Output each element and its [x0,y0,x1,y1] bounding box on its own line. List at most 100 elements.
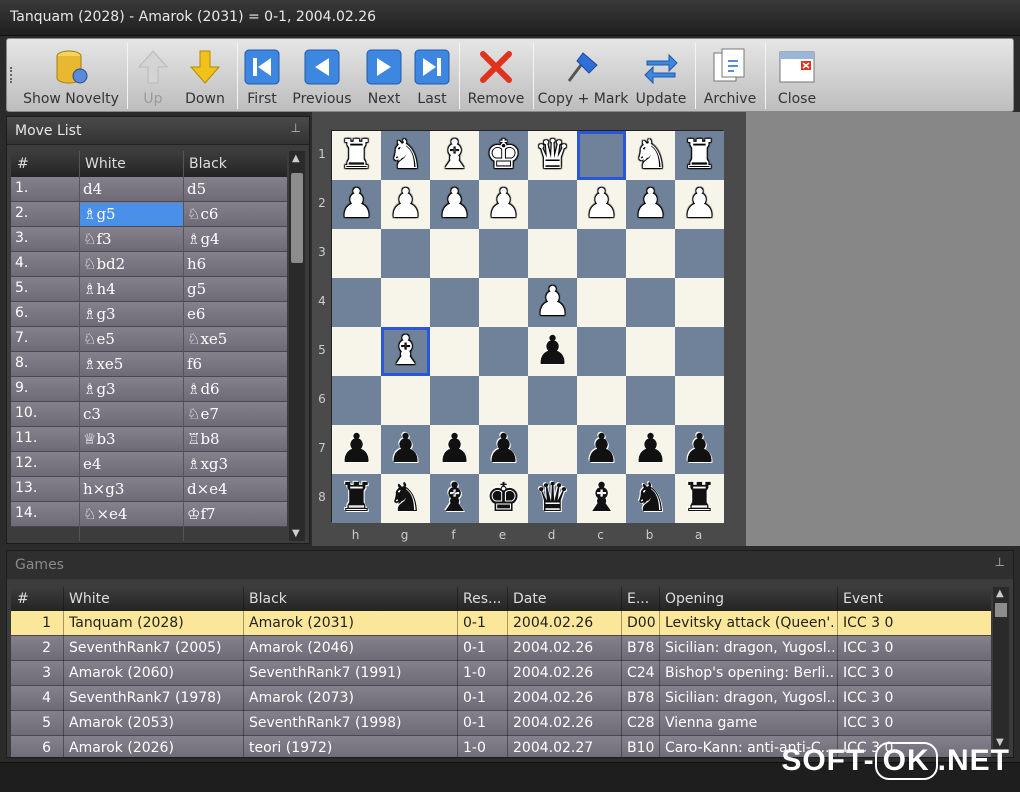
board-square[interactable]: ♜ [675,131,724,180]
white-pawn-icon[interactable]: ♟ [332,180,381,229]
white-move[interactable]: c3 [79,403,183,426]
scroll-up-icon[interactable]: ▲ [996,588,1004,599]
board-square[interactable] [675,229,724,278]
scroll-up-icon[interactable]: ▲ [292,153,300,164]
move-row[interactable]: 14. ♘×e4 ♔f7 [11,502,287,527]
board-square[interactable] [332,327,381,376]
white-move[interactable]: d4 [79,178,183,201]
board-square[interactable]: ♝ [430,131,479,180]
white-move[interactable]: ♗h4 [79,278,183,301]
board-square[interactable] [577,327,626,376]
board-square[interactable] [332,229,381,278]
white-pawn-icon[interactable]: ♟ [528,278,577,327]
move-row[interactable]: 6. ♗g3 e6 [11,302,287,327]
board-square[interactable] [381,376,430,425]
board-square[interactable]: ♜ [675,474,724,523]
black-pawn-icon[interactable]: ♟ [528,327,577,376]
scroll-thumb[interactable] [995,603,1007,617]
board-square[interactable] [528,180,577,229]
board-square[interactable] [675,327,724,376]
black-knight-icon[interactable]: ♞ [626,474,675,523]
white-move[interactable]: e4 [79,453,183,476]
board-square[interactable]: ♞ [381,131,430,180]
white-pawn-icon[interactable]: ♟ [675,180,724,229]
black-pawn-icon[interactable]: ♟ [332,425,381,474]
column-header-opening[interactable]: Opening [665,591,724,607]
close-button[interactable]: Close [769,41,825,111]
next-button[interactable]: Next [361,41,407,111]
white-rook-icon[interactable]: ♜ [675,131,724,180]
board-square[interactable] [430,327,479,376]
move-row[interactable]: 1. d4 d5 [11,177,287,202]
board-square[interactable] [430,278,479,327]
white-pawn-icon[interactable]: ♟ [479,180,528,229]
pin-icon[interactable]: ⊥ [291,121,301,135]
black-rook-icon[interactable]: ♜ [675,474,724,523]
black-move[interactable]: ♘xe5 [183,328,231,350]
black-rook-icon[interactable]: ♜ [332,474,381,523]
white-move[interactable]: ♘bd2 [79,253,183,276]
white-queen-icon[interactable]: ♛ [528,131,577,180]
black-move[interactable]: g5 [183,278,210,300]
white-rook-icon[interactable]: ♜ [332,131,381,180]
board-square[interactable]: ♟ [381,180,430,229]
black-bishop-icon[interactable]: ♝ [430,474,479,523]
black-move[interactable]: ♗g4 [183,228,224,250]
last-button[interactable]: Last [411,41,453,111]
move-row[interactable]: 10. c3 ♘e7 [11,402,287,427]
column-header-result[interactable]: Res... [463,591,501,607]
column-header-black[interactable]: Black [249,591,287,607]
game-row[interactable]: 3 Amarok (2060) SeventhRank7 (1991) 1-0 2004… [11,661,991,686]
move-row[interactable]: 8. ♗xe5 f6 [11,352,287,377]
board-square[interactable]: ♟ [626,425,675,474]
board-square[interactable]: ♟ [332,180,381,229]
white-knight-icon[interactable]: ♞ [381,131,430,180]
archive-button[interactable]: Archive [699,41,761,111]
board-square[interactable]: ♟ [528,327,577,376]
board-square[interactable]: ♟ [479,425,528,474]
board-square[interactable]: ♚ [479,474,528,523]
board-square[interactable] [381,278,430,327]
black-move[interactable]: ♗d6 [183,378,224,400]
column-header-white[interactable]: White [85,156,126,172]
board-square[interactable] [577,278,626,327]
board-square[interactable] [675,376,724,425]
white-move[interactable]: ♗g5 [79,203,183,226]
scroll-down-icon[interactable]: ▼ [292,528,300,539]
white-bishop-icon[interactable]: ♝ [430,131,479,180]
board-square[interactable]: ♟ [675,180,724,229]
move-row[interactable]: 11. ♕b3 ♖b8 [11,427,287,452]
board-square[interactable]: ♟ [528,278,577,327]
black-move[interactable]: d5 [183,178,210,200]
board-square[interactable]: ♛ [528,474,577,523]
down-button[interactable]: Down [179,41,231,111]
white-move[interactable]: ♘f3 [79,228,183,251]
black-pawn-icon[interactable]: ♟ [675,425,724,474]
previous-button[interactable]: Previous [287,41,357,111]
scroll-thumb[interactable] [291,173,303,263]
show-novelty-button[interactable]: Show Novelty [19,41,123,111]
column-header-eco[interactable]: E... [627,591,649,607]
column-header-black[interactable]: Black [189,156,227,172]
white-pawn-icon[interactable]: ♟ [430,180,479,229]
move-row[interactable]: 13. h×g3 d×e4 [11,477,287,502]
board-square[interactable]: ♟ [577,180,626,229]
white-bishop-icon[interactable]: ♝ [381,327,430,376]
board-square[interactable] [479,327,528,376]
game-row[interactable]: 4 SeventhRank7 (1978) Amarok (2073) 0-1 2004… [11,686,991,711]
board-square[interactable]: ♚ [479,131,528,180]
board-square[interactable]: ♟ [381,425,430,474]
white-move[interactable]: ♗g3 [79,378,183,401]
black-pawn-icon[interactable]: ♟ [577,425,626,474]
white-move[interactable]: ♘×e4 [79,503,183,526]
black-pawn-icon[interactable]: ♟ [430,425,479,474]
move-row[interactable]: 2. ♗g5 ♘c6 [11,202,287,227]
white-pawn-icon[interactable]: ♟ [381,180,430,229]
board-square[interactable]: ♟ [577,425,626,474]
black-move[interactable]: d×e4 [183,478,232,500]
board-square[interactable] [479,229,528,278]
white-knight-icon[interactable]: ♞ [626,131,675,180]
board-square[interactable]: ♝ [381,327,430,376]
game-row[interactable]: 1 Tanquam (2028) Amarok (2031) 0-1 2004.02.2… [11,611,991,636]
board-square[interactable]: ♛ [528,131,577,180]
